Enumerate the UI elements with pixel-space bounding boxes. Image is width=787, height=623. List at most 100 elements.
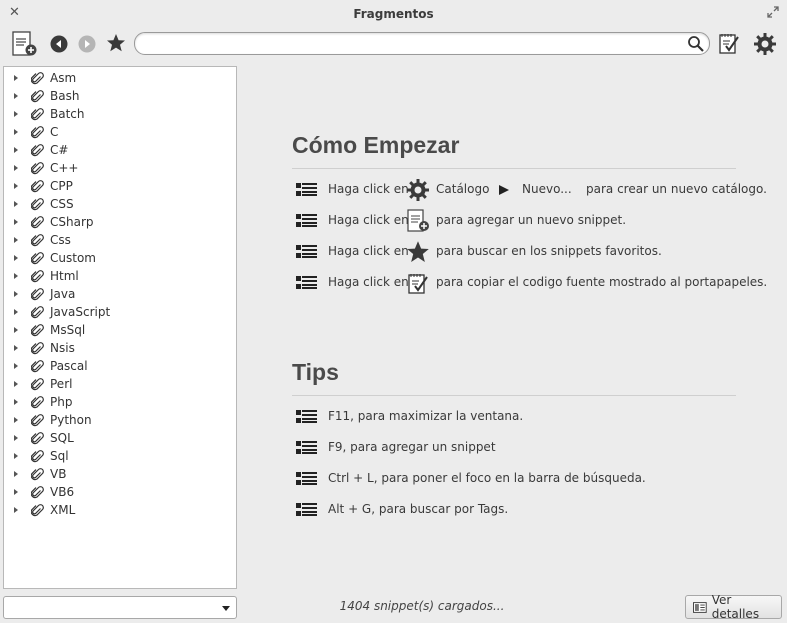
expand-arrow-icon[interactable] [14,273,18,279]
expand-arrow-icon[interactable] [14,381,18,387]
tree-item[interactable]: Custom [4,250,236,268]
new-snippet-button[interactable] [9,29,39,59]
tree-item[interactable]: SQL [4,430,236,448]
divider [292,395,736,396]
paperclip-icon [30,342,45,359]
favorites-button[interactable] [105,32,127,54]
expand-arrow-icon[interactable] [14,309,18,315]
expand-arrow-icon[interactable] [14,363,18,369]
star-icon [407,241,429,262]
expand-arrow-icon[interactable] [14,291,18,297]
tree-item[interactable]: Pascal [4,358,236,376]
paperclip-icon [30,198,45,215]
tree-item[interactable]: CSharp [4,214,236,232]
tree-item[interactable]: CPP [4,178,236,196]
tree-item[interactable]: Perl [4,376,236,394]
expand-arrow-icon[interactable] [14,129,18,135]
tree-item[interactable]: Nsis [4,340,236,358]
row-prefix: Haga click en [328,275,409,289]
tip-text: Ctrl + L, para poner el foco en la barra… [328,471,646,485]
expand-arrow-icon[interactable] [14,399,18,405]
tree-item[interactable]: Batch [4,106,236,124]
expand-arrow-icon[interactable] [14,237,18,243]
tree-item[interactable]: Html [4,268,236,286]
paperclip-icon [30,234,45,251]
tree-item[interactable]: Python [4,412,236,430]
tree-item[interactable]: VB6 [4,484,236,502]
list-icon [296,245,317,258]
tree-item-label: C# [50,143,69,157]
status-text: 1404 snippet(s) cargados... [339,599,505,613]
expand-arrow-icon[interactable] [14,75,18,81]
search-box[interactable] [134,32,710,55]
tree-item[interactable]: Sql [4,448,236,466]
search-icon[interactable] [687,35,705,53]
row-prefix: Haga click en [328,182,409,196]
expand-arrow-icon[interactable] [14,255,18,261]
expand-arrow-icon[interactable] [14,489,18,495]
catalog-tree[interactable]: Asm Bash Batch C C# C++ CPP CSS CSharp Css Custom H… [3,66,237,589]
catalog-label: Catálogo [436,182,490,196]
tip-row: Ctrl + L, para poner el foco en la barra… [296,467,776,491]
tree-item[interactable]: CSS [4,196,236,214]
tree-item[interactable]: C [4,124,236,142]
tree-item[interactable]: MsSql [4,322,236,340]
tree-item-label: Java [50,287,76,301]
gear-icon [754,33,776,55]
expand-arrow-icon[interactable] [14,345,18,351]
back-button[interactable] [49,34,69,54]
nuevo-label: Nuevo... [522,182,572,196]
expand-arrow-icon[interactable] [14,417,18,423]
tree-item[interactable]: XML [4,502,236,520]
expand-arrow-icon[interactable] [14,453,18,459]
row-suffix: para copiar el codigo fuente mostrado al… [436,275,768,289]
tree-item[interactable]: VB [4,466,236,484]
clipboard-check-icon [719,34,739,54]
expand-arrow-icon[interactable] [14,435,18,441]
gear-icon [407,179,429,201]
details-panel-icon [693,601,707,613]
expand-arrow-icon[interactable] [14,165,18,171]
tree-item-label: XML [50,503,76,517]
tree-item[interactable]: Php [4,394,236,412]
tree-item[interactable]: C++ [4,160,236,178]
paperclip-icon [30,504,45,521]
tip-text: F9, para agregar un snippet [328,440,496,454]
expand-arrow-icon[interactable] [14,147,18,153]
expand-arrow-icon[interactable] [14,201,18,207]
tree-item[interactable]: Bash [4,88,236,106]
tree-item-label: CPP [50,179,73,193]
search-input[interactable] [145,35,685,52]
expand-arrow-icon[interactable] [14,183,18,189]
list-icon [296,503,317,516]
tree-item[interactable]: Java [4,286,236,304]
getting-started-row: Haga click en para copiar el codigo fuen… [296,271,776,295]
tree-item[interactable]: C# [4,142,236,160]
toolbar [0,28,787,62]
maximize-icon[interactable] [767,6,779,18]
expand-arrow-icon[interactable] [14,219,18,225]
paperclip-icon [30,144,45,161]
tree-item[interactable]: Asm [4,70,236,88]
tree-item[interactable]: Css [4,232,236,250]
settings-button[interactable] [752,31,778,57]
tree-item[interactable]: JavaScript [4,304,236,322]
expand-arrow-icon[interactable] [14,327,18,333]
paperclip-icon [30,162,45,179]
catalog-selector[interactable] [3,596,237,619]
expand-arrow-icon[interactable] [14,471,18,477]
new-snippet-icon [12,31,37,56]
title-bar: ✕ Fragmentos [0,0,787,28]
expand-arrow-icon[interactable] [14,111,18,117]
list-icon [296,441,317,454]
expand-arrow-icon[interactable] [14,507,18,513]
getting-started-row: Haga click en Catálogo Nuevo... para cre… [296,178,776,202]
expand-arrow-icon[interactable] [14,93,18,99]
tip-text: F11, para maximizar la ventana. [328,409,524,423]
tree-item-label: MsSql [50,323,86,337]
chevron-down-icon [222,606,230,611]
copy-to-clipboard-button[interactable] [716,30,742,56]
forward-button[interactable] [77,34,97,54]
paperclip-icon [30,108,45,125]
view-details-button[interactable]: Ver detalles [685,593,782,621]
